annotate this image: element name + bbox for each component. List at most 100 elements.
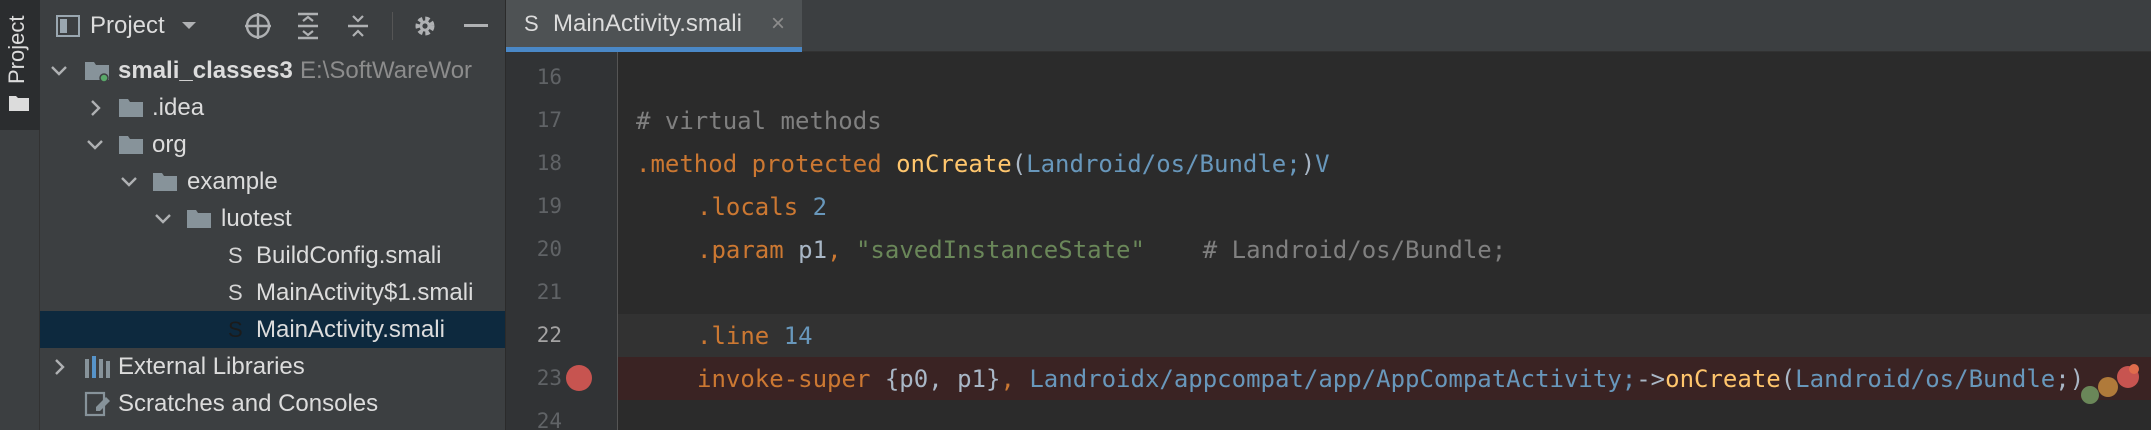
code-comment: # virtual methods <box>636 106 882 135</box>
scratches-icon <box>84 391 110 417</box>
code-return-type: V <box>1315 149 1330 178</box>
tree-item-label: example <box>187 167 278 195</box>
tree-item-label: luotest <box>221 204 292 232</box>
breakpoint-icon[interactable] <box>566 365 592 391</box>
code-register: p1 <box>798 235 828 264</box>
code-method-name: onCreate <box>896 149 1012 178</box>
project-tool-tab[interactable]: Project <box>0 0 40 130</box>
tree-item-idea[interactable]: .idea <box>40 89 505 126</box>
tree-item-label: .idea <box>152 93 205 121</box>
tree-item-luotest[interactable]: luotest <box>40 200 505 237</box>
code-directive: .locals <box>697 192 799 221</box>
hide-panel-button[interactable] <box>464 0 488 52</box>
code-directive: .line <box>697 321 770 350</box>
chevron-down-icon[interactable] <box>84 134 106 156</box>
folder-icon <box>9 96 29 111</box>
chevron-right-icon[interactable] <box>84 97 106 119</box>
mascot-icon <box>2081 364 2139 404</box>
tree-item-label: MainActivity.smali <box>256 315 445 343</box>
code-paren: ( <box>1780 364 1796 393</box>
expand-all-icon <box>298 12 318 40</box>
code-type: Landroid/os/Bundle <box>1795 364 2056 393</box>
code-line-current: .line 14 <box>618 314 2151 357</box>
view-selector[interactable]: Project <box>56 0 197 52</box>
project-tool-label: Project <box>4 15 29 84</box>
project-view-title: Project <box>90 12 165 39</box>
crosshair-icon <box>245 13 271 39</box>
editor-tab-mainactivity[interactable]: S MainActivity.smali × <box>506 0 802 52</box>
project-view-icon <box>56 15 80 37</box>
tree-item-example[interactable]: example <box>40 163 505 200</box>
line-number: 19 <box>536 194 562 218</box>
chevron-down-icon <box>181 22 196 29</box>
code-directive: .method <box>636 149 738 178</box>
tree-item-label: External Libraries <box>118 352 305 380</box>
line-number: 17 <box>536 108 562 132</box>
code-area[interactable]: # virtual methods .method protected onCr… <box>618 52 2151 430</box>
code-string: "savedInstanceState" <box>855 235 1145 264</box>
line-number: 23 <box>536 366 562 390</box>
select-opened-file-button[interactable] <box>244 0 272 52</box>
collapse-all-icon <box>348 15 368 37</box>
code-comma: , <box>827 235 842 264</box>
code-arrow: -> <box>1636 364 1666 393</box>
chevron-right-icon[interactable] <box>48 356 70 378</box>
code-line: .param p1, "savedInstanceState" # Landro… <box>618 228 2151 271</box>
tree-item-label: Scratches and Consoles <box>118 389 379 417</box>
editor-tab-label: MainActivity.smali <box>553 9 742 37</box>
editor-gutter[interactable]: 16 17 18 19 20 21 22 23 24 <box>506 52 618 430</box>
tree-item-path: E:\SoftWareWor <box>300 56 473 84</box>
code-line: .method protected onCreate(Landroid/os/B… <box>618 142 2151 185</box>
code-line: # virtual methods <box>618 99 2151 142</box>
folder-icon <box>119 136 143 154</box>
chevron-down-icon[interactable] <box>118 171 140 193</box>
code-class-type: Landroidx/appcompat/app/AppCompatActivit… <box>1029 364 1637 393</box>
code-keyword: protected <box>751 149 882 178</box>
code-number: 14 <box>783 321 813 350</box>
tree-item-scratches[interactable]: Scratches and Consoles <box>40 385 505 422</box>
settings-button[interactable] <box>412 0 438 52</box>
tree-item-label: BuildConfig.smali <box>256 241 442 269</box>
chevron-down-icon[interactable] <box>48 60 70 82</box>
collapse-all-button[interactable] <box>346 0 370 52</box>
code-registers: {p0, p1} <box>884 364 1001 393</box>
smali-file-icon: S <box>524 10 539 36</box>
header-divider <box>392 12 393 40</box>
tree-item-org[interactable]: org <box>40 126 505 163</box>
code-line-breakpoint: invoke-super {p0, p1}, Landroidx/appcomp… <box>618 357 2151 400</box>
close-icon[interactable]: × <box>771 10 785 38</box>
folder-icon <box>119 99 143 117</box>
tree-item-mainactivity[interactable]: S MainActivity.smali <box>40 311 505 348</box>
line-number: 20 <box>536 237 562 261</box>
tree-item-label: MainActivity$1.smali <box>256 278 474 306</box>
expand-all-button[interactable] <box>296 0 320 52</box>
tree-item-buildconfig[interactable]: S BuildConfig.smali <box>40 237 505 274</box>
line-number: 16 <box>536 65 562 89</box>
tool-window-stripe: Project <box>0 0 40 430</box>
chevron-down-icon[interactable] <box>152 208 174 230</box>
line-number: 24 <box>536 409 562 430</box>
project-panel: Project smali_classes3 E:\SoftWareWor .i… <box>40 0 506 430</box>
code-line: .locals 2 <box>618 185 2151 228</box>
module-folder-icon <box>85 62 109 82</box>
minimize-icon <box>464 24 488 27</box>
code-type: Landroid/os/Bundle; <box>1026 149 1301 178</box>
smali-file-icon: S <box>228 242 243 268</box>
tree-item-external-libraries[interactable]: External Libraries <box>40 348 505 385</box>
code-paren: ) <box>1300 149 1316 178</box>
code-opcode: invoke-super <box>697 364 871 393</box>
tree-item-mainactivity1[interactable]: S MainActivity$1.smali <box>40 274 505 311</box>
code-number: 2 <box>812 192 828 221</box>
code-comma: , <box>1000 364 1015 393</box>
library-icon <box>85 356 110 378</box>
code-comment: # Landroid/os/Bundle; <box>1202 235 1507 264</box>
tree-item-module[interactable]: smali_classes3 E:\SoftWareWor <box>40 52 505 89</box>
